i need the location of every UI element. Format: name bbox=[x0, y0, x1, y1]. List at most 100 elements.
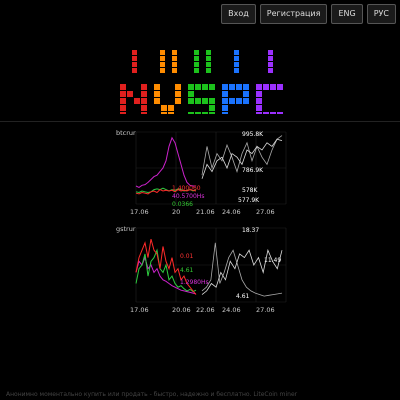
value-label: 4.61 bbox=[180, 267, 194, 274]
logo-block bbox=[188, 112, 194, 118]
logo-block bbox=[270, 112, 276, 118]
top-nav: Вход Регистрация ENG РУС bbox=[221, 4, 396, 24]
value-label: 786.9K bbox=[242, 167, 264, 174]
logo-block bbox=[263, 84, 269, 90]
x-tick-label: 24.06 bbox=[222, 208, 241, 216]
logo-block bbox=[256, 91, 262, 97]
logo-block bbox=[141, 105, 147, 111]
value-label: 1.400060 bbox=[172, 185, 201, 192]
logo-block bbox=[160, 62, 165, 67]
logo-block bbox=[243, 98, 249, 104]
logo-block bbox=[202, 98, 208, 104]
logo-block bbox=[194, 62, 199, 67]
logo-block bbox=[132, 50, 137, 55]
x-tick-label: 21.06 bbox=[196, 208, 215, 216]
logo-graphic bbox=[120, 50, 283, 118]
gstrur-chart-svg: gstrur 17.06 20.06 22.06 24.06 27.06 18.37 11.4… bbox=[116, 225, 287, 314]
logo-block bbox=[209, 84, 215, 90]
logo-block bbox=[175, 91, 181, 97]
value-label: 995.8K bbox=[242, 131, 264, 138]
login-button[interactable]: Вход bbox=[221, 4, 256, 24]
logo-block bbox=[268, 56, 273, 61]
logo-block bbox=[202, 84, 208, 90]
x-tick-label: 20.06 bbox=[172, 306, 191, 314]
logo-block bbox=[206, 62, 211, 67]
gstrur-chart: gstrur 17.06 20.06 22.06 24.06 27.06 18.37 11.4… bbox=[114, 222, 290, 314]
logo-block bbox=[263, 112, 269, 118]
logo-block bbox=[195, 112, 201, 118]
logo-block bbox=[206, 50, 211, 55]
site-logo[interactable] bbox=[120, 48, 290, 118]
register-button[interactable]: Регистрация bbox=[259, 4, 328, 24]
logo-block bbox=[256, 84, 262, 90]
logo-block bbox=[256, 105, 262, 111]
logo-block bbox=[222, 112, 228, 118]
logo-block bbox=[141, 91, 147, 97]
chart-ticker-label: btcrur bbox=[116, 129, 136, 137]
logo-block bbox=[277, 84, 283, 90]
btcrur-chart: btcrur 17.06 20 21.06 24.06 27.06 995.8K 786.9K… bbox=[114, 126, 290, 216]
footer-text: Анонимно моментально купить или продать … bbox=[6, 391, 298, 398]
logo-block bbox=[154, 84, 160, 90]
logo-block bbox=[194, 56, 199, 61]
value-label: 40.5700Hs bbox=[172, 193, 204, 200]
logo-block bbox=[120, 91, 126, 97]
logo-block bbox=[222, 98, 228, 104]
logo-block bbox=[229, 84, 235, 90]
logo-block bbox=[161, 105, 167, 111]
logo-block bbox=[195, 84, 201, 90]
logo-block bbox=[154, 91, 160, 97]
logo-block bbox=[175, 98, 181, 104]
logo-block bbox=[222, 91, 228, 97]
series-line bbox=[135, 136, 196, 188]
x-tick-label: 24.06 bbox=[222, 306, 241, 314]
logo-block bbox=[160, 56, 165, 61]
x-tick-label: 17.06 bbox=[130, 208, 149, 216]
logo-block bbox=[222, 105, 228, 111]
logo-block bbox=[229, 98, 235, 104]
logo-block bbox=[141, 84, 147, 90]
logo-block bbox=[209, 112, 215, 118]
logo-block bbox=[120, 112, 126, 118]
logo-block bbox=[194, 68, 199, 73]
btcrur-chart-svg: btcrur 17.06 20 21.06 24.06 27.06 995.8K 786.9K… bbox=[116, 129, 287, 216]
logo-block bbox=[132, 62, 137, 67]
logo-block bbox=[188, 91, 194, 97]
value-label: 18.37 bbox=[242, 227, 259, 234]
logo-block bbox=[206, 68, 211, 73]
logo-block bbox=[256, 112, 262, 118]
value-label: 4.61 bbox=[236, 293, 250, 300]
logo-block bbox=[175, 84, 181, 90]
logo-block bbox=[132, 68, 137, 73]
logo-block bbox=[195, 98, 201, 104]
logo-block bbox=[234, 68, 239, 73]
x-tick-label: 17.06 bbox=[130, 306, 149, 314]
logo-block bbox=[154, 98, 160, 104]
lang-eng-button[interactable]: ENG bbox=[331, 4, 363, 24]
logo-block bbox=[234, 50, 239, 55]
logo-block bbox=[270, 84, 276, 90]
logo-block bbox=[161, 112, 167, 118]
logo-block bbox=[188, 84, 194, 90]
divider bbox=[0, 121, 400, 122]
logo-block bbox=[222, 84, 228, 90]
logo-block bbox=[209, 98, 215, 104]
lang-rus-button[interactable]: РУС bbox=[366, 4, 396, 24]
logo-block bbox=[168, 112, 174, 118]
logo-block bbox=[168, 105, 174, 111]
logo-block bbox=[141, 112, 147, 118]
value-label: 577.9K bbox=[238, 197, 260, 204]
logo-block bbox=[172, 68, 177, 73]
logo-block bbox=[194, 50, 199, 55]
logo-block bbox=[268, 50, 273, 55]
logo-block bbox=[172, 62, 177, 67]
logo-block bbox=[234, 62, 239, 67]
logo-block bbox=[120, 105, 126, 111]
logo-block bbox=[120, 98, 126, 104]
logo-block bbox=[172, 50, 177, 55]
value-label: 0.01 bbox=[180, 253, 194, 260]
logo-block bbox=[234, 56, 239, 61]
logo-block bbox=[236, 98, 242, 104]
logo-block bbox=[209, 105, 215, 111]
value-label: 0.0366 bbox=[172, 201, 193, 208]
